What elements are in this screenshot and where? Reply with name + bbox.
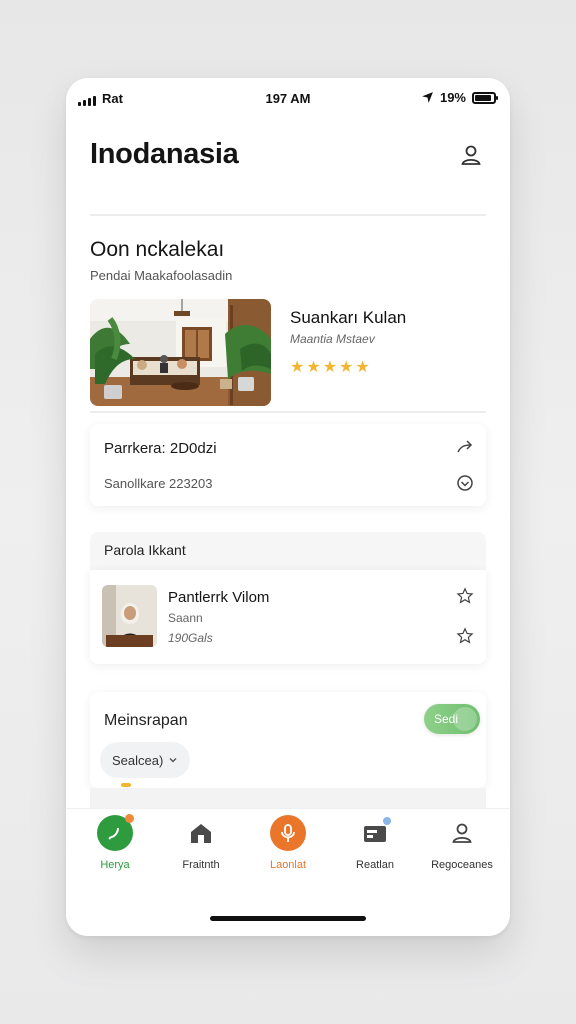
- battery-percent: 19%: [439, 90, 466, 105]
- nav-item-regoceanes[interactable]: Regoceanes: [418, 815, 506, 871]
- header-divider: [90, 214, 486, 216]
- phone-frame: Rat 197 AM 19% Inodanasia Oon nckalekaı …: [66, 78, 510, 936]
- info-line-1: Parrkera: 2D0dzi: [104, 440, 217, 457]
- battery-icon: [472, 91, 498, 104]
- group-header: Parola Ikkant: [90, 532, 486, 570]
- feature-image[interactable]: [90, 299, 271, 406]
- toggle-label: Sedi: [434, 712, 459, 726]
- nav-label: Fraitnth: [182, 859, 220, 871]
- living-room-illustration: [90, 299, 271, 406]
- nav-item-reatlan[interactable]: Reatlan: [331, 815, 419, 871]
- home-icon: [183, 815, 219, 851]
- favorite-star-icon[interactable]: [456, 587, 474, 610]
- star-icon: ★: [322, 359, 338, 376]
- chevron-down-icon: [168, 753, 178, 768]
- settings-select[interactable]: Sealcea): [100, 742, 190, 778]
- app-title: Inodanasia: [90, 138, 239, 170]
- star-icon: ★: [290, 359, 305, 376]
- feature-name[interactable]: Suankarı Kulan: [290, 308, 406, 328]
- person-name: Pantlerrk Vilom: [168, 589, 270, 606]
- profile-button[interactable]: [456, 140, 486, 170]
- avatar: [102, 585, 157, 647]
- star-icon: ★: [306, 359, 321, 376]
- nav-label: Reatlan: [356, 859, 394, 871]
- mic-icon: [270, 815, 306, 851]
- star-icon: ★: [339, 359, 354, 376]
- settings-title: Meinsrapan: [104, 712, 188, 729]
- share-arrow-icon[interactable]: [456, 438, 474, 461]
- nav-item-laonlat[interactable]: Laonlat: [244, 815, 332, 871]
- nav-label: Laonlat: [269, 859, 307, 871]
- settings-toggle[interactable]: Sedi: [424, 704, 480, 734]
- user-icon: [461, 145, 481, 165]
- nav-item-fraitnth[interactable]: Fraitnth: [157, 815, 245, 871]
- status-bar: Rat 197 AM 19%: [66, 78, 510, 120]
- select-value: Sealcea): [112, 752, 164, 768]
- section-subtitle: Pendai Maakafoolasadin: [90, 268, 233, 283]
- nav-label: Herya: [100, 859, 130, 871]
- info-line-2: Sanollkare 223203: [104, 476, 213, 491]
- feature-meta: Maantia Mstaev: [290, 332, 375, 346]
- rating-stars: ★ ★ ★ ★ ★: [290, 357, 370, 377]
- peek-indicator: [121, 783, 131, 787]
- folder-icon: [357, 815, 393, 851]
- person-meta-1: Saann: [168, 611, 203, 625]
- person-card[interactable]: Pantlerrk Vilom Saann 190Gals: [90, 570, 486, 664]
- user-icon: [444, 815, 480, 851]
- settings-card: Meinsrapan Sedi Sealcea): [90, 692, 486, 788]
- favorite-star-icon[interactable]: [456, 627, 474, 650]
- person-meta-2: 190Gals: [168, 631, 213, 645]
- location-arrow-icon: [422, 92, 433, 103]
- status-right: 19%: [421, 90, 498, 105]
- group-header-label: Parola Ikkant: [104, 542, 186, 558]
- check-circle-icon[interactable]: [456, 474, 474, 497]
- nav-item-herya[interactable]: Herya: [71, 814, 159, 871]
- leaf-icon: [97, 814, 134, 851]
- nav-label: Regoceanes: [431, 859, 493, 871]
- info-card[interactable]: Parrkera: 2D0dzi Sanollkare 223203: [90, 424, 486, 506]
- section-title: Oon nckalekaı: [90, 238, 225, 261]
- star-icon: ★: [355, 359, 370, 376]
- section-divider: [90, 411, 486, 413]
- home-indicator[interactable]: [210, 916, 366, 921]
